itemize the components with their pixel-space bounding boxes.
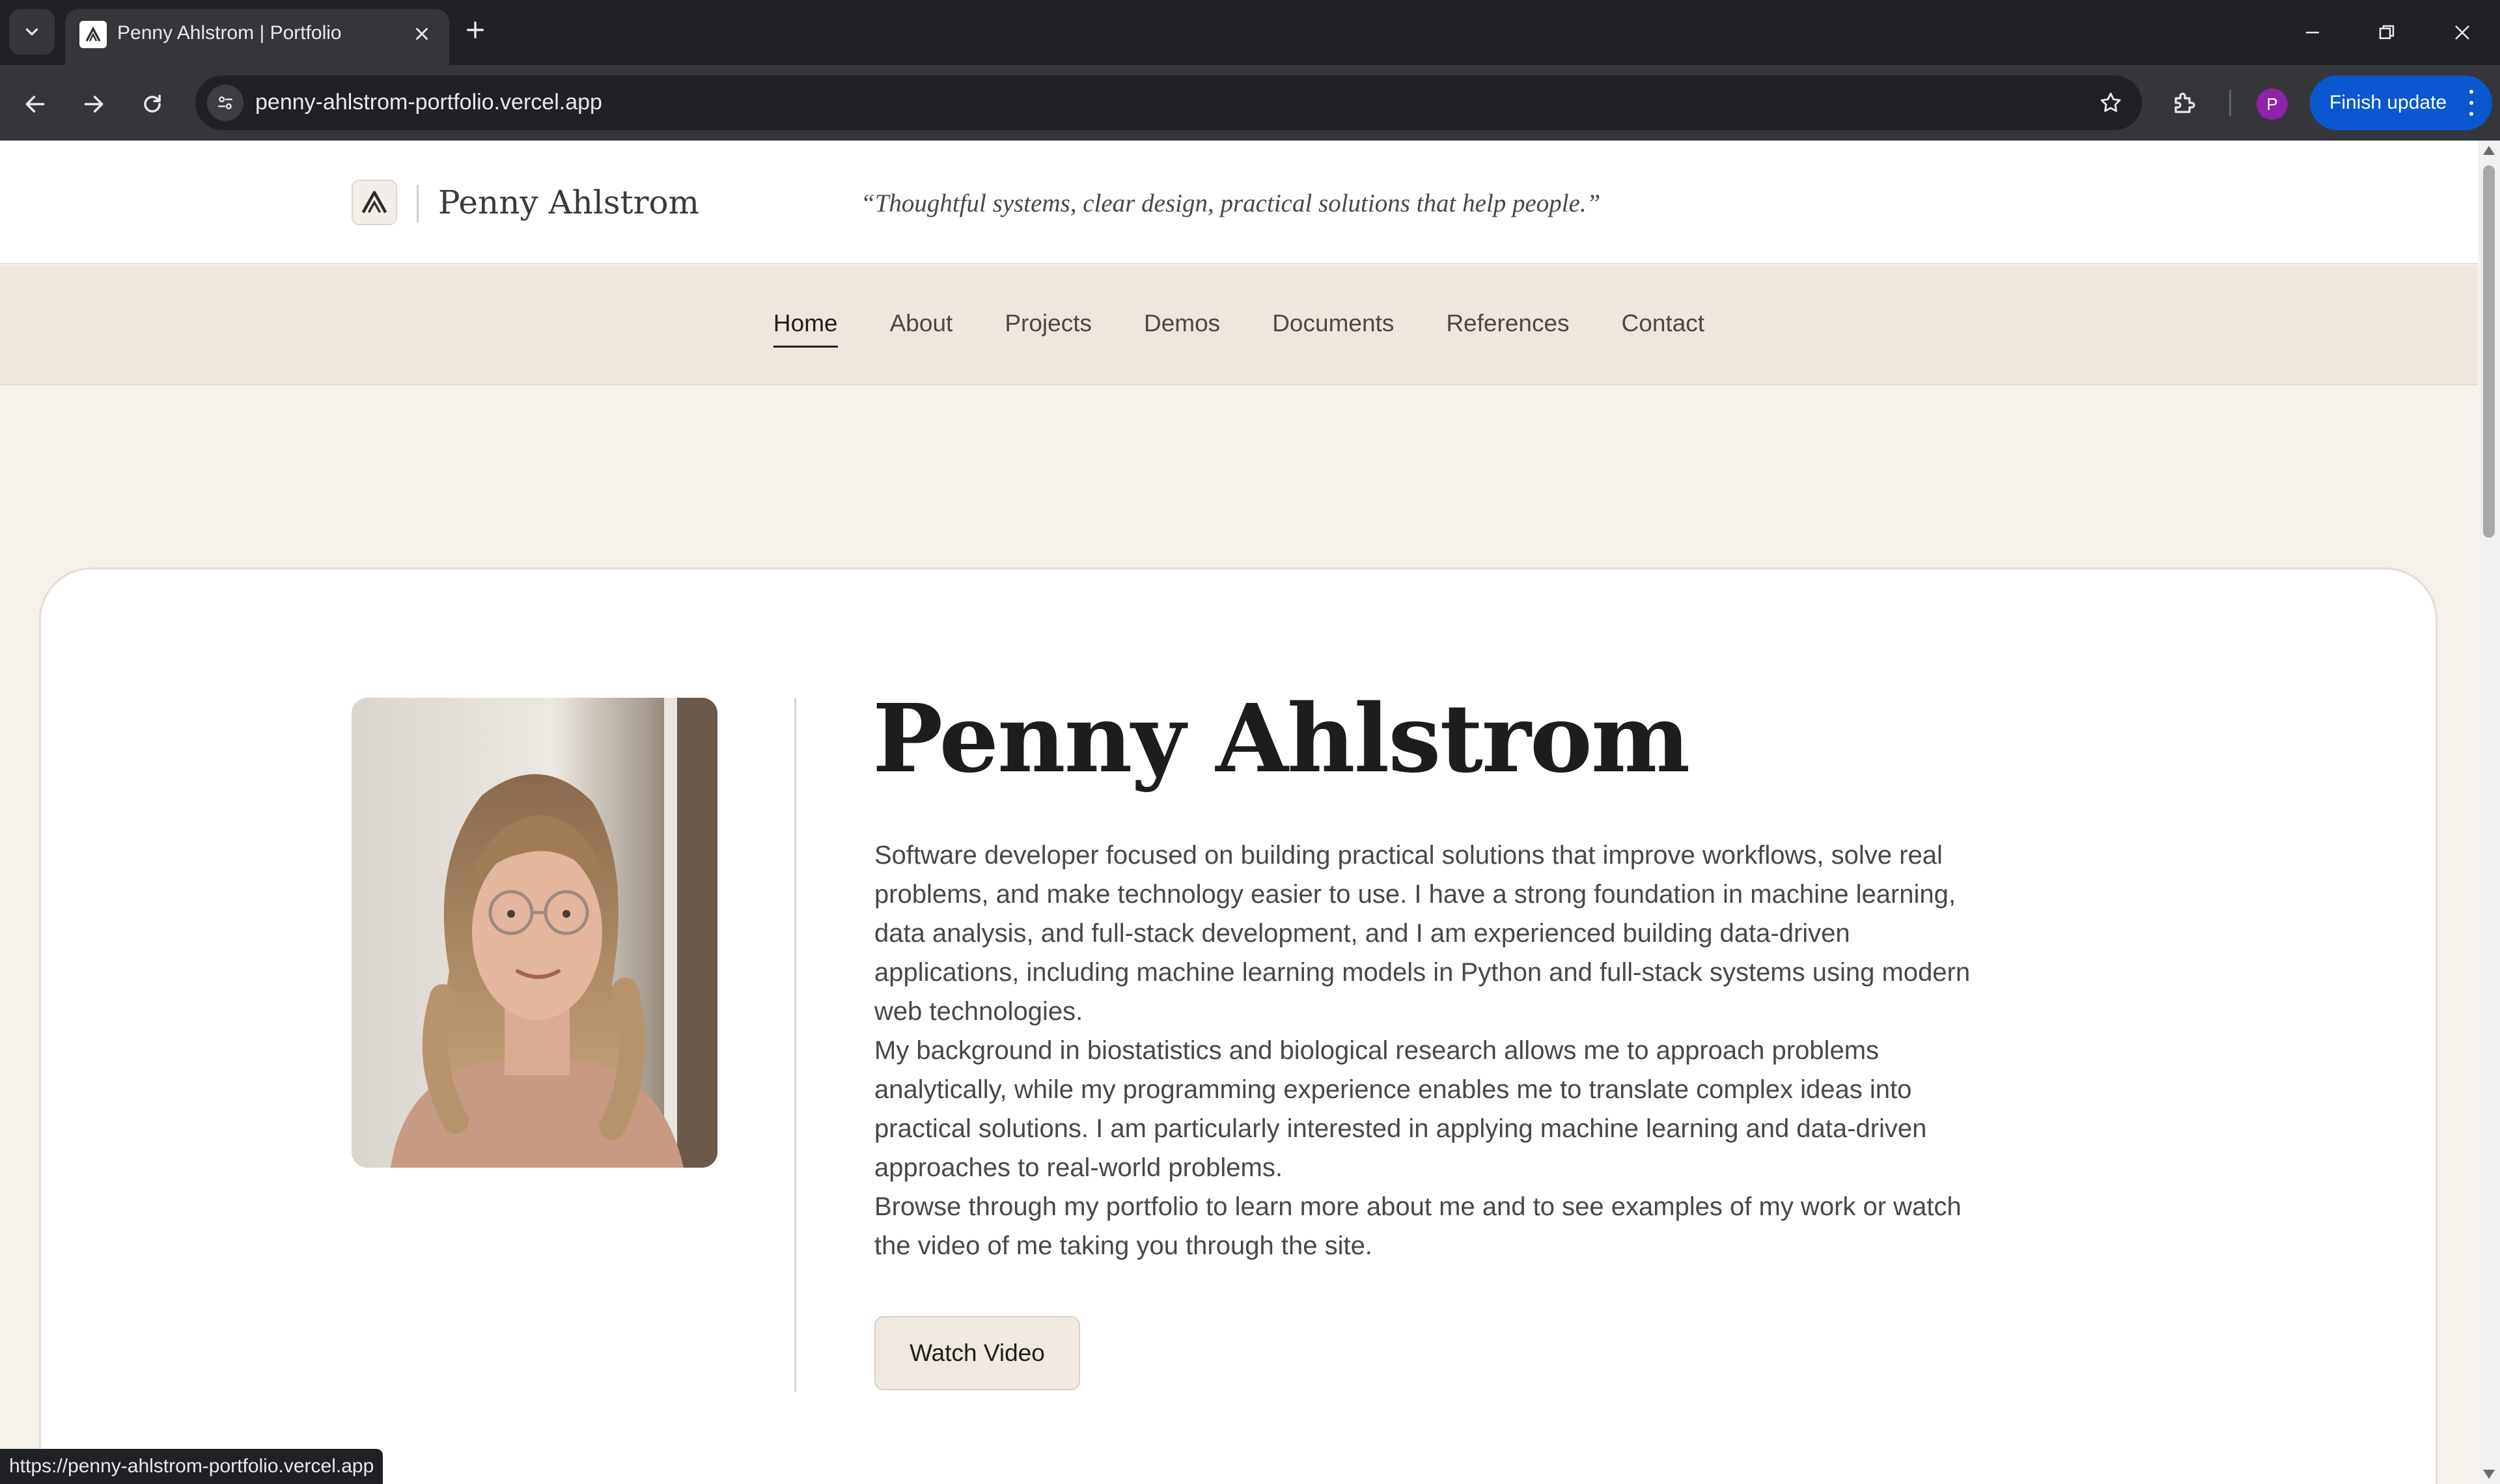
tune-icon xyxy=(218,96,232,109)
address-bar[interactable]: penny-ahlstrom-portfolio.vercel.app xyxy=(195,76,2142,130)
page-scrollbar[interactable] xyxy=(2478,141,2500,1484)
logo-divider xyxy=(417,185,419,223)
tab-close-button[interactable] xyxy=(408,20,436,48)
bio-paragraph: Software developer focused on building p… xyxy=(874,841,1971,1026)
nav-item-home[interactable]: Home xyxy=(773,310,838,348)
nav-links: Home About Projects Demos Documents Refe… xyxy=(0,266,2478,385)
finish-update-button[interactable]: Finish update xyxy=(2310,76,2492,130)
site-favicon-icon xyxy=(79,21,107,48)
nav-item-references[interactable]: References xyxy=(1446,310,1569,341)
extensions-button[interactable] xyxy=(2164,82,2206,124)
bio-paragraph: Browse through my portfolio to learn mor… xyxy=(874,1192,1962,1260)
profile-photo xyxy=(352,698,717,1168)
new-tab-button[interactable] xyxy=(456,10,495,49)
status-bar-url: https://penny-ahlstrom-portfolio.vercel.… xyxy=(0,1449,383,1484)
arrow-left-icon xyxy=(25,96,45,113)
plus-icon xyxy=(466,21,484,39)
restore-icon xyxy=(2379,25,2395,39)
watch-video-button[interactable]: Watch Video xyxy=(874,1316,1080,1390)
reload-icon xyxy=(144,94,161,113)
restore-button[interactable] xyxy=(2367,13,2406,52)
site-info-button[interactable] xyxy=(207,85,243,121)
back-button[interactable] xyxy=(14,83,56,125)
site-header: Penny Ahlstrom “Thoughtful systems, clea… xyxy=(0,141,2478,264)
site-tagline: “Thoughtful systems, clear design, pract… xyxy=(861,189,1601,217)
close-icon xyxy=(416,28,428,40)
scrollbar-thumb[interactable] xyxy=(2483,165,2495,538)
close-icon xyxy=(2455,25,2469,40)
nav-item-contact[interactable]: Contact xyxy=(1622,310,1705,341)
arrow-right-icon xyxy=(84,96,104,113)
scroll-down-arrow-icon[interactable] xyxy=(2483,1470,2495,1479)
nav-item-demos[interactable]: Demos xyxy=(1144,310,1220,341)
main-nav: Home About Projects Demos Documents Refe… xyxy=(0,266,2478,385)
finish-update-label: Finish update xyxy=(2329,92,2447,113)
nav-item-projects[interactable]: Projects xyxy=(1005,310,1092,341)
nav-item-documents[interactable]: Documents xyxy=(1272,310,1394,341)
forward-button[interactable] xyxy=(73,83,115,125)
star-icon xyxy=(2100,92,2121,112)
bookmark-button[interactable] xyxy=(2092,85,2129,121)
browser-toolbar: penny-ahlstrom-portfolio.vercel.app P Fi… xyxy=(0,65,2500,141)
hero-divider xyxy=(794,698,796,1392)
hero-title: Penny Ahlstrom xyxy=(872,683,1690,793)
puzzle-icon xyxy=(2174,92,2195,113)
brand-name[interactable]: Penny Ahlstrom xyxy=(438,184,699,221)
reload-button[interactable] xyxy=(132,83,173,125)
tab-search-button[interactable] xyxy=(9,9,55,55)
toolbar-separator xyxy=(2229,90,2231,116)
hero-bio: Software developer focused on building p… xyxy=(874,836,1975,1265)
chevron-down-icon xyxy=(25,28,38,36)
url-text[interactable]: penny-ahlstrom-portfolio.vercel.app xyxy=(255,90,602,115)
scroll-up-arrow-icon[interactable] xyxy=(2483,146,2495,155)
minimize-icon xyxy=(2306,31,2319,34)
tab-title: Penny Ahlstrom | Portfolio xyxy=(117,22,342,44)
browser-tab-strip: Penny Ahlstrom | Portfolio xyxy=(0,0,2500,65)
browser-tab-active[interactable]: Penny Ahlstrom | Portfolio xyxy=(65,9,449,65)
bio-paragraph: My background in biostatistics and biolo… xyxy=(874,1036,1927,1182)
window-close-button[interactable] xyxy=(2443,13,2482,52)
minimize-button[interactable] xyxy=(2293,13,2332,52)
logo-icon[interactable] xyxy=(352,180,397,225)
profile-avatar[interactable]: P xyxy=(2257,89,2288,120)
nav-item-about[interactable]: About xyxy=(890,310,953,341)
more-vert-icon xyxy=(2465,90,2478,116)
